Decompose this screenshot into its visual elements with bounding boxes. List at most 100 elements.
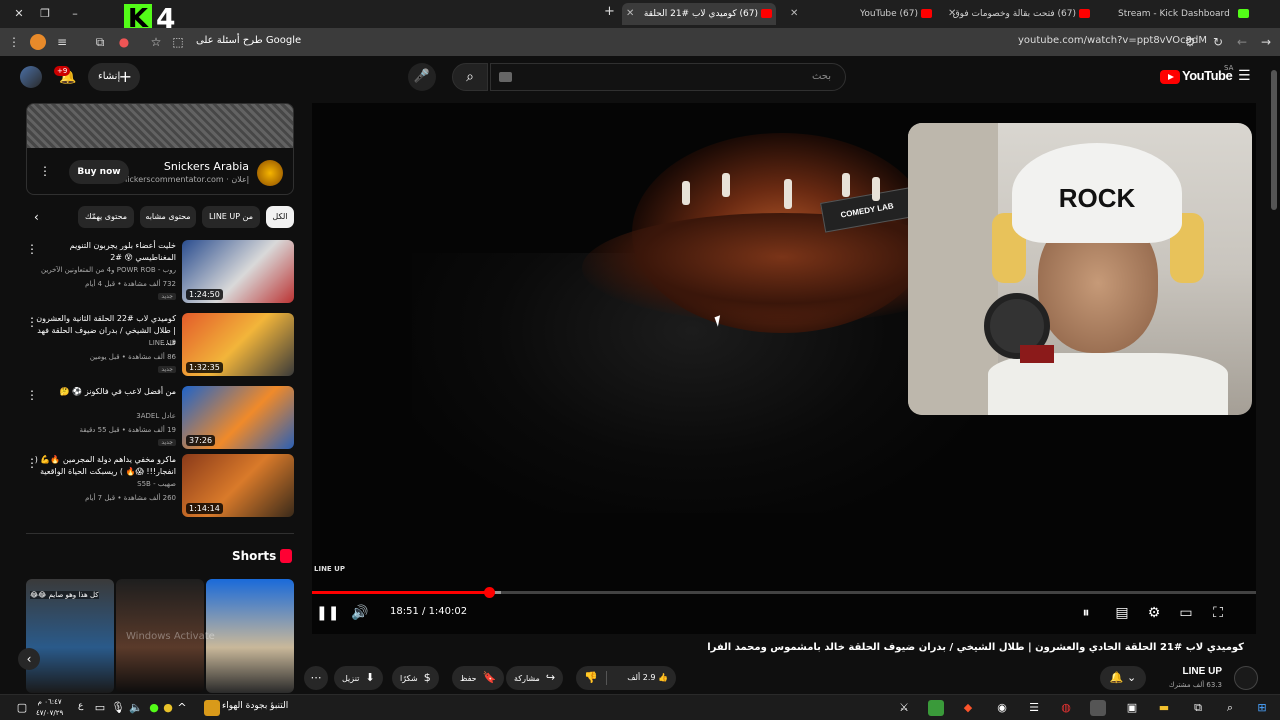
tab-kick[interactable] xyxy=(1234,3,1252,25)
weather-widget[interactable]: التنبؤ بجودة الهواء xyxy=(222,701,288,711)
more-actions-kebab-icon[interactable]: ⋮ xyxy=(26,456,38,470)
keyboard-icon[interactable] xyxy=(499,72,512,82)
tab-comedy-lab[interactable]: ✕ (67) كوميدي لاب #21 الحلقة xyxy=(622,3,776,25)
task-view-icon[interactable]: ⧉ xyxy=(1190,700,1206,716)
mic-tray-icon[interactable]: 🎙 xyxy=(110,700,126,716)
save-button[interactable]: 🔖 حفظ xyxy=(452,666,505,690)
ask-google-chip[interactable]: طرح أسئلة على Google xyxy=(196,35,301,46)
volume-icon[interactable]: 🔊 xyxy=(350,603,370,623)
list-item[interactable]: 1:14:14 ماكرو مخفي يداهم دولة المجرمين 🔥… xyxy=(26,454,294,520)
tab-kick-dashboard[interactable]: Stream - Kick Dashboard xyxy=(1102,3,1252,25)
new-tab-button[interactable]: + xyxy=(604,4,615,19)
chip-from-lineup[interactable]: من LINE UP xyxy=(202,206,260,228)
like-button[interactable]: 👍 2.9 ألف xyxy=(627,666,668,690)
menu-kebab-icon[interactable]: ⋮ xyxy=(6,34,22,50)
sponsored-ad-card[interactable]: Snickers Arabia إعلان · snickerscommenta… xyxy=(26,103,294,195)
chevron-left-icon[interactable]: ‹ xyxy=(34,210,39,224)
more-actions-kebab-icon[interactable]: ⋮ xyxy=(26,388,38,402)
minimize-window-icon[interactable]: – xyxy=(64,4,86,24)
progress-bar[interactable] xyxy=(312,587,1256,598)
brave-browser-icon[interactable]: ◆ xyxy=(960,700,976,716)
settings-gear-icon[interactable]: ⚙ xyxy=(1144,603,1164,623)
list-item[interactable]: 1:24:50 خليت أعضاء بلور يجربون التنويم ا… xyxy=(26,240,294,306)
tab-youtube[interactable]: ✕ (67) YouTube xyxy=(786,3,936,25)
minecraft-icon[interactable] xyxy=(928,700,944,716)
notification-center-icon[interactable]: ▢ xyxy=(14,700,30,716)
weather-icon[interactable] xyxy=(204,700,220,716)
page-scrollbar[interactable] xyxy=(1270,60,1278,690)
channel-name[interactable]: روب - POWR ROB و4 من المتعاونين الآخرين xyxy=(34,266,176,274)
voice-search-mic-icon[interactable]: 🎤 xyxy=(408,63,436,91)
start-windows-icon[interactable]: ⊞ xyxy=(1254,700,1270,716)
video-thumbnail[interactable]: 1:32:35 xyxy=(182,313,294,376)
taskbar-app-icon[interactable]: ☰ xyxy=(1026,700,1042,716)
create-button[interactable]: إنشاء + xyxy=(88,63,140,91)
download-button[interactable]: ⬇ تنزيل xyxy=(334,666,383,690)
bookmark-star-icon[interactable]: ☆ xyxy=(148,34,164,50)
language-indicator[interactable]: ع xyxy=(78,701,83,711)
chip-similar[interactable]: محتوى مشابه xyxy=(140,206,196,228)
taskbar-app-icon[interactable]: ◍ xyxy=(1058,700,1074,716)
extension-icon[interactable]: ● xyxy=(116,34,132,50)
youtube-logo[interactable]: YouTube SA xyxy=(1160,64,1233,86)
url-field[interactable]: youtube.com/watch?v=ppt8vVOc9dM xyxy=(1018,35,1207,46)
channel-name[interactable]: LINE UP xyxy=(34,339,176,347)
search-icon[interactable]: ⌕ xyxy=(1222,700,1238,716)
file-explorer-icon[interactable]: ▬ xyxy=(1156,700,1172,716)
thanks-button[interactable]: $ شكرًا xyxy=(392,666,439,690)
video-thumbnail[interactable]: 1:14:14 xyxy=(182,454,294,517)
autoplay-toggle-icon[interactable]: ⏸ xyxy=(1076,603,1096,623)
shorts-prev-chevron-icon[interactable]: ‹ xyxy=(18,648,40,670)
tab-grocery-video[interactable]: ✕ (67) فتحت بقالة وخصومات فوق xyxy=(944,3,1094,25)
video-player[interactable]: COMEDY LAB ROCK LINE UP ❚❚ 🔊 18:51 / 1:4… xyxy=(312,103,1256,634)
video-thumbnail[interactable]: 1:24:50 xyxy=(182,240,294,303)
restore-window-icon[interactable]: ❐ xyxy=(34,4,56,24)
list-item[interactable]: 1:32:35 كوميدي لاب #22 الحلقة الثانية وا… xyxy=(26,313,294,379)
theater-mode-icon[interactable]: ▭ xyxy=(1176,603,1196,623)
close-window-icon[interactable]: ✕ xyxy=(8,4,30,24)
volume-tray-icon[interactable]: 🔈 xyxy=(128,700,144,716)
taskbar-clock[interactable]: ٠٦:٤٧ م ٤٧/٠٧/٢٩ xyxy=(36,697,63,719)
chip-for-you[interactable]: محتوى يهمّك xyxy=(78,206,134,228)
taskbar-app-icon[interactable]: ⚔ xyxy=(896,700,912,716)
buy-now-button[interactable]: Buy now xyxy=(69,160,129,184)
close-tab-icon[interactable]: ✕ xyxy=(948,3,956,25)
tab-search-icon[interactable]: ≡ xyxy=(54,34,70,50)
back-icon[interactable]: → xyxy=(1258,34,1274,50)
forward-icon[interactable]: ← xyxy=(1234,34,1250,50)
short-thumbnail[interactable] xyxy=(206,579,294,693)
video-title[interactable]: ماكرو مخفي يداهم دولة المجرمين 🔥💪 ( انفج… xyxy=(34,454,176,478)
video-thumbnail[interactable]: 37:26 xyxy=(182,386,294,449)
site-settings-icon[interactable]: ⚙ xyxy=(1182,34,1198,50)
search-button[interactable]: ⌕ xyxy=(452,63,488,91)
network-icon[interactable]: ▭ xyxy=(92,700,108,716)
profile-icon[interactable] xyxy=(30,34,46,50)
chip-all[interactable]: الكل xyxy=(266,206,294,228)
hamburger-menu-icon[interactable]: ☰ xyxy=(1238,68,1254,84)
ad-banner-image[interactable] xyxy=(27,104,293,148)
scrubber-handle[interactable] xyxy=(484,587,496,598)
search-input[interactable]: بحث xyxy=(490,63,846,91)
more-actions-kebab-icon[interactable]: ⋮ xyxy=(26,315,38,329)
fullscreen-icon[interactable]: ⛶ xyxy=(1208,603,1228,623)
ad-menu-kebab-icon[interactable]: ⋮ xyxy=(39,164,51,178)
list-item[interactable]: 37:26 من أفضل لاعب في فالكونز ⚽ 🤔 عادل 3… xyxy=(26,386,294,452)
more-actions-kebab-icon[interactable]: ⋮ xyxy=(26,242,38,256)
pause-icon[interactable]: ❚❚ xyxy=(316,603,339,623)
scrollbar-thumb[interactable] xyxy=(1271,70,1277,210)
video-title[interactable]: خليت أعضاء بلور يجربون التنويم المغناطيس… xyxy=(34,240,176,264)
store-icon[interactable]: ▣ xyxy=(1124,700,1140,716)
obs-icon[interactable]: ◉ xyxy=(994,700,1010,716)
taskbar-app-icon[interactable] xyxy=(1090,700,1106,716)
channel-name[interactable]: LINE UP xyxy=(1183,666,1222,677)
screenshot-icon[interactable]: ⬚ xyxy=(170,34,186,50)
close-tab-icon[interactable]: ✕ xyxy=(626,3,634,25)
dislike-thumbs-down-icon[interactable]: 👎 xyxy=(584,666,598,690)
video-title[interactable]: من أفضل لاعب في فالكونز ⚽ 🤔 xyxy=(34,386,176,398)
avatar[interactable] xyxy=(20,66,42,88)
subtitles-icon[interactable]: ▤ xyxy=(1112,603,1132,623)
channel-avatar[interactable] xyxy=(1234,666,1258,690)
share-button[interactable]: ↪ مشاركة xyxy=(506,666,564,690)
subscribe-bell-button[interactable]: 🔔 ⌄ xyxy=(1100,666,1146,690)
close-tab-icon[interactable]: ✕ xyxy=(790,3,798,25)
